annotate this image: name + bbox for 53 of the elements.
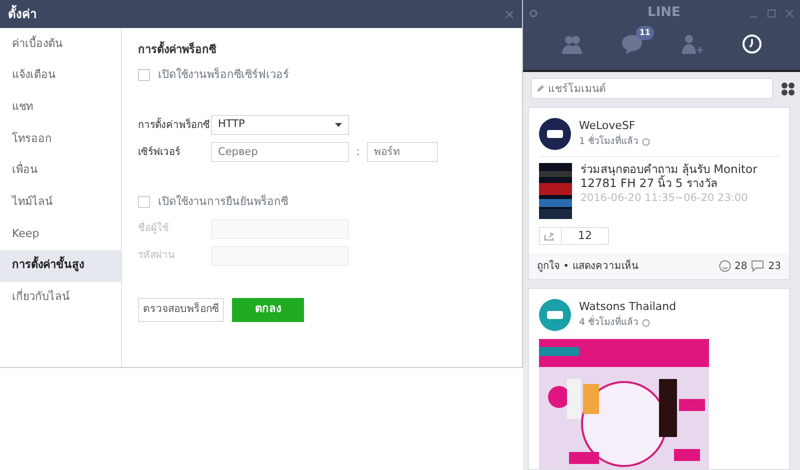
window-controls-icon[interactable] <box>750 8 794 18</box>
ok-button[interactable]: ตกลง <box>232 298 304 322</box>
server-field[interactable]: Сервер <box>211 142 349 162</box>
add-person-icon <box>680 32 704 56</box>
close-icon[interactable] <box>505 10 514 18</box>
checkbox-label: เปิดใช้งานการยืนยันพร็อกซี <box>158 194 288 210</box>
chats-tab[interactable]: 11 <box>620 26 654 56</box>
clock-icon <box>740 32 764 56</box>
share-icon <box>544 232 555 240</box>
globe-icon <box>642 138 650 146</box>
caret-icon <box>335 123 342 127</box>
share-field[interactable]: แชร์โมเมนต์ <box>531 78 773 99</box>
like-count: 28 <box>734 260 748 274</box>
checkbox[interactable] <box>138 68 150 81</box>
post-time: 1 ชั่วโมงที่แล้ว <box>579 134 638 148</box>
checkbox-label: เปิดใช้งานพร็อกซีเซิร์ฟเวอร์ <box>158 66 289 82</box>
sidebar-item[interactable]: ค่าเบื้องต้น <box>0 28 121 60</box>
share-button[interactable]: 12 <box>539 227 609 245</box>
post-time: 4 ชั่วโมงที่แล้ว <box>579 316 638 330</box>
field-label: รหัสผ่าน <box>138 249 176 263</box>
test-proxy-button[interactable]: ตรวจสอบพร็อกซี <box>138 298 224 322</box>
author-name[interactable]: WeLoveSF <box>579 118 650 134</box>
separator-colon: : <box>355 144 361 160</box>
field-label: เซิร์ฟเวอร์ <box>138 145 181 160</box>
sidebar-item[interactable]: Keep <box>0 218 121 250</box>
sidebar-item[interactable]: การตั้งค่าขั้นสูง <box>0 250 121 282</box>
sidebar-item[interactable]: เกี่ยวกับไลน์ <box>0 282 121 314</box>
port-field[interactable]: พอร์ท <box>367 142 438 162</box>
post-text: ร่วมสนุกตอบคำถาม ลุ้นรับ Monitor 12781 FH 27 นิ้ว 5 รางวัล <box>580 163 758 191</box>
share-count: 12 <box>561 228 608 244</box>
section-heading: การตั้งค่าพร็อกซี <box>138 42 218 58</box>
dialog-title: ตั้งค่า <box>8 5 37 23</box>
smiley-icon[interactable] <box>718 260 731 272</box>
sidebar-item[interactable]: เพื่อน <box>0 154 121 186</box>
pencil-icon <box>536 84 545 93</box>
sidebar-item[interactable]: แชท <box>0 91 121 124</box>
grid-menu-icon[interactable] <box>781 82 795 96</box>
post-actions[interactable]: ถูกใจ • แสดงความเห็น <box>537 258 638 274</box>
settings-icon[interactable] <box>529 8 538 18</box>
sidebar-item[interactable]: ไทม์ไลน์ <box>0 186 121 218</box>
comment-icon[interactable] <box>751 260 764 272</box>
globe-icon <box>642 318 650 327</box>
author-name[interactable]: Watsons Thailand <box>579 299 676 316</box>
sidebar-item[interactable]: โทรออก <box>0 123 121 155</box>
field-label: ชื่อผู้ใช้ <box>138 221 211 236</box>
sidebar-item[interactable]: แจ้งเตือน <box>0 60 121 92</box>
comment-count: 23 <box>768 260 781 274</box>
proxy-type-dropdown[interactable]: HTTP <box>211 115 349 135</box>
checkbox[interactable] <box>138 196 150 208</box>
app-title: LINE <box>648 4 680 22</box>
field-label: การตั้งค่าพร็อกซี <box>138 118 211 132</box>
count-badge: 11 <box>636 26 654 40</box>
event-dates: 2016-06-20 11:35~06-20 23:00 <box>580 190 749 206</box>
